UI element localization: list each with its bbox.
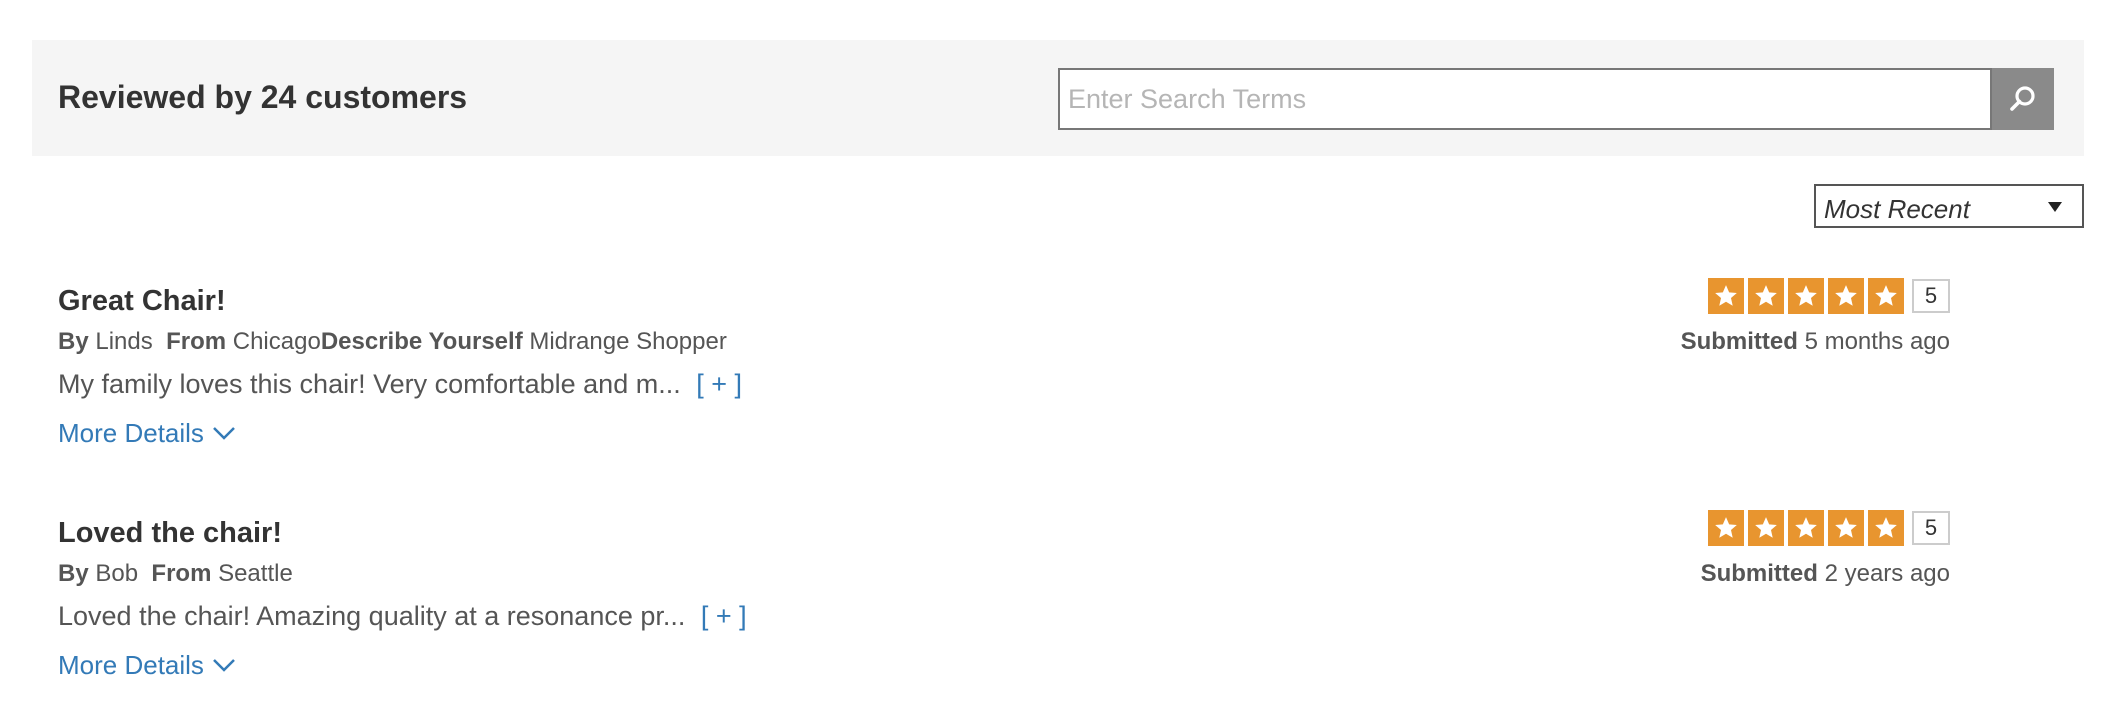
star-icon [1828,510,1864,546]
sort-dropdown[interactable]: Most Recent [1814,184,2084,228]
reviews-header: Reviewed by 24 customers [32,40,2084,156]
chevron-down-icon [213,427,235,440]
more-details-label: More Details [58,418,204,448]
review-title: Loved the chair! [58,517,282,549]
more-details-toggle[interactable]: More Details [58,650,236,680]
star-icon [1868,510,1904,546]
rating-number: 5 [1912,511,1950,545]
expand-review-link[interactable]: [ + ] [696,369,742,399]
review-excerpt: Loved the chair! Amazing quality at a re… [58,601,686,631]
submitted-value: 2 years ago [1824,560,1950,587]
chevron-down-icon [213,659,235,672]
search-form [1058,68,2088,130]
describe-yourself-label: Describe Yourself [320,328,523,355]
search-button[interactable] [1992,68,2054,130]
review-author: Linds [95,328,153,355]
from-label: From [166,328,227,355]
review-describe-yourself: Midrange Shopper [529,328,727,355]
star-icon [1788,510,1824,546]
star-icon [1748,278,1784,314]
review-excerpt-row: Loved the chair! Amazing quality at a re… [58,600,747,632]
by-label: By [58,560,89,587]
more-details-label: More Details [58,650,204,680]
review-location: Chicago [232,328,321,355]
by-label: By [58,328,89,355]
star-rating: 5 [1704,510,1950,546]
review-item: Loved the chair! By Bob From Seattle Lov… [58,510,2016,716]
star-icon [1828,278,1864,314]
more-details-toggle[interactable]: More Details [58,418,236,448]
submitted-value: 5 months ago [1804,328,1950,355]
sort-selected-value: Most Recent [1824,194,1970,224]
review-meta: By Linds From ChicagoDescribe Yourself M… [58,328,727,356]
rating-number: 5 [1912,279,1950,313]
reviews-count-heading: Reviewed by 24 customers [58,79,468,115]
search-icon [2010,86,2035,111]
review-item: Great Chair! By Linds From ChicagoDescri… [58,278,2016,484]
review-meta: By Bob From Seattle [58,560,293,588]
review-location: Seattle [218,560,293,587]
star-icon [1788,278,1824,314]
submitted-date: Submitted 2 years ago [1701,560,1950,588]
expand-review-link[interactable]: [ + ] [701,601,747,631]
submitted-label: Submitted [1700,560,1818,587]
review-excerpt: My family loves this chair! Very comfort… [58,369,681,399]
star-icon [1748,510,1784,546]
star-icon [1868,278,1904,314]
review-author: Bob [95,560,139,587]
review-excerpt-row: My family loves this chair! Very comfort… [58,368,742,400]
from-label: From [151,560,212,587]
star-icon [1708,278,1744,314]
submitted-label: Submitted [1680,328,1798,355]
submitted-date: Submitted 5 months ago [1681,328,1950,356]
star-rating: 5 [1704,278,1950,314]
search-input[interactable] [1058,68,1992,130]
caret-down-icon [2048,202,2062,212]
review-title: Great Chair! [58,285,226,317]
star-icon [1708,510,1744,546]
